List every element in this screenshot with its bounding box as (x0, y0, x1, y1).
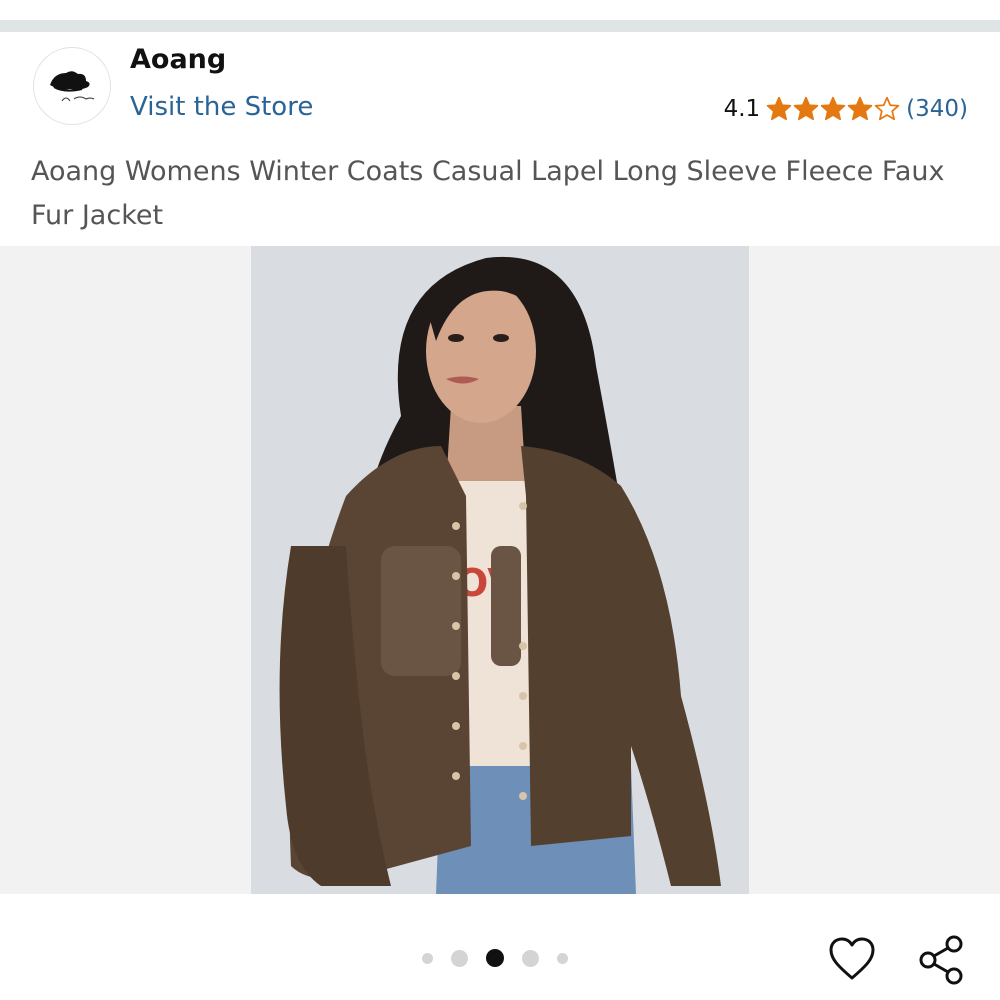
star-rating[interactable] (766, 96, 900, 122)
brand-name[interactable]: Aoang (130, 44, 226, 75)
share-button[interactable] (916, 934, 968, 986)
carousel-dot[interactable] (422, 952, 433, 964)
product-title: Aoang Womens Winter Coats Casual Lapel L… (31, 156, 945, 231)
star-empty-icon (874, 96, 900, 121)
carousel-dots[interactable] (422, 949, 568, 967)
rating-value: 4.1 (723, 96, 761, 122)
star-filled-icon (820, 96, 846, 121)
carousel-dot[interactable] (522, 949, 539, 967)
carousel-dot-active[interactable] (486, 949, 504, 967)
star-filled-icon (793, 96, 819, 121)
hat-logo-icon (50, 71, 95, 102)
carousel-dot[interactable] (451, 949, 468, 967)
product-image[interactable]: OV (251, 246, 749, 894)
carousel-dot[interactable] (557, 952, 568, 964)
heart-icon (829, 937, 875, 980)
star-filled-icon (847, 96, 873, 121)
star-filled-icon (766, 96, 792, 121)
visit-store-link[interactable]: Visit the Store (130, 92, 313, 122)
wishlist-button[interactable] (828, 936, 876, 982)
status-area (0, 0, 1000, 20)
product-photo-woman-brown-fleece-jacket: OV (251, 246, 749, 894)
share-icon (919, 935, 963, 985)
top-divider-bar (0, 20, 1000, 32)
product-image-carousel[interactable]: OV (0, 246, 1000, 894)
rating-row[interactable]: 4.1 (340) (724, 96, 968, 122)
brand-logo[interactable] (33, 47, 111, 125)
review-count-link[interactable]: (340) (906, 96, 968, 122)
